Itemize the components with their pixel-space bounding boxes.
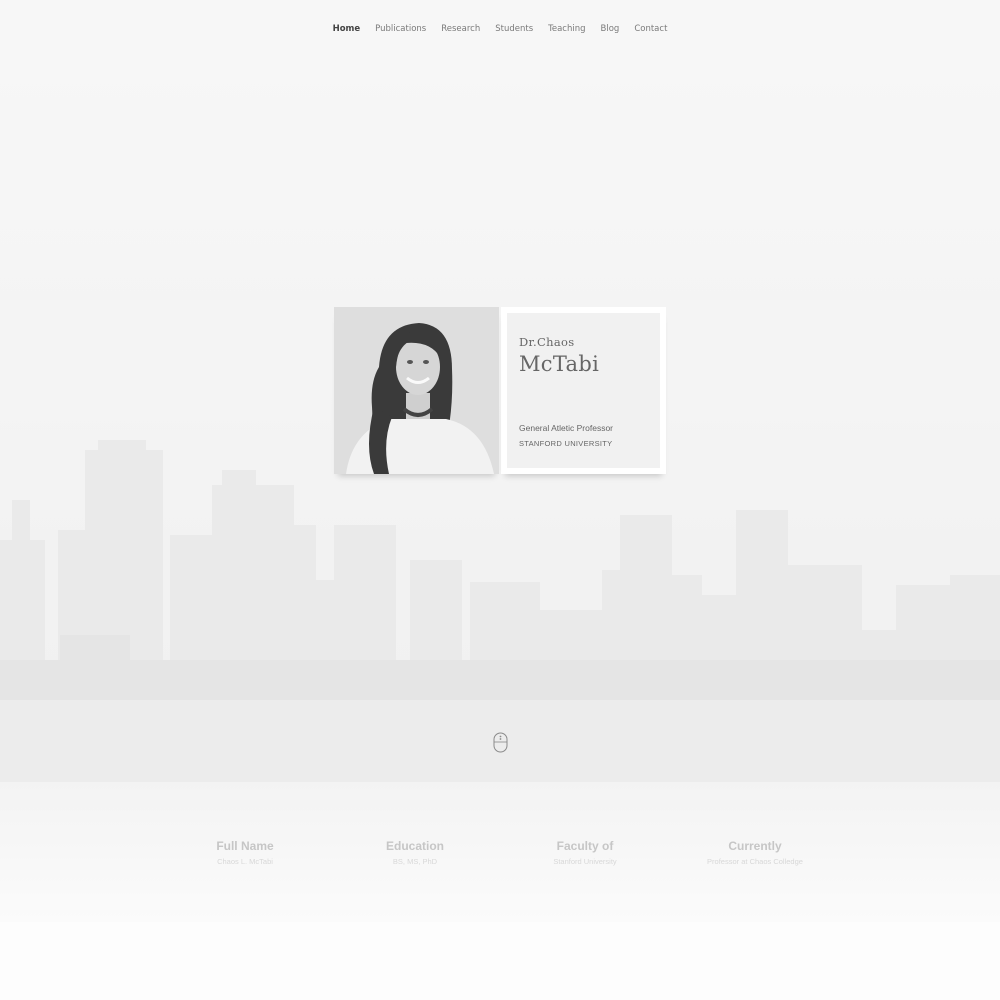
fact-title: Currently <box>728 839 782 853</box>
fact-faculty: Faculty of Stanford University <box>500 839 670 866</box>
profile-photo <box>334 307 499 474</box>
mouse-scroll-icon[interactable] <box>493 732 508 753</box>
profile-info-card: Dr.Chaos McTabi General Atletic Professo… <box>501 307 666 474</box>
fact-currently: Currently Professor at Chaos Colledge <box>670 839 840 866</box>
profile-role: General Atletic Professor <box>519 423 614 433</box>
nav-publications[interactable]: Publications <box>375 24 426 34</box>
nav-contact[interactable]: Contact <box>634 24 667 34</box>
fact-value: Professor at Chaos Colledge <box>707 857 803 866</box>
fact-title: Full Name <box>216 839 274 853</box>
fact-title: Faculty of <box>556 839 614 853</box>
profile-university: STANFORD UNIVERSITY <box>519 439 613 448</box>
nav-teaching[interactable]: Teaching <box>548 24 585 34</box>
fact-value: BS, MS, PhD <box>392 857 438 866</box>
profile-prefix-name: Dr.Chaos <box>519 335 575 349</box>
nav-home[interactable]: Home <box>333 24 361 34</box>
nav-students[interactable]: Students <box>495 24 533 34</box>
fact-full-name: Full Name Chaos L. McTabi <box>160 839 330 866</box>
fact-value: Stanford University <box>553 857 617 866</box>
nav-research[interactable]: Research <box>441 24 480 34</box>
fact-value: Chaos L. McTabi <box>217 857 273 866</box>
next-section <box>0 922 1000 1000</box>
facts-section: Full Name Chaos L. McTabi Education BS, … <box>0 782 1000 922</box>
hero-section: Home Publications Research Students Teac… <box>0 0 1000 782</box>
main-nav: Home Publications Research Students Teac… <box>0 24 1000 34</box>
profile-card: Dr.Chaos McTabi General Atletic Professo… <box>334 307 666 474</box>
profile-last-name: McTabi <box>519 352 600 376</box>
nav-blog[interactable]: Blog <box>601 24 620 34</box>
fact-title: Education <box>385 839 444 853</box>
fact-education: Education BS, MS, PhD <box>330 839 500 866</box>
